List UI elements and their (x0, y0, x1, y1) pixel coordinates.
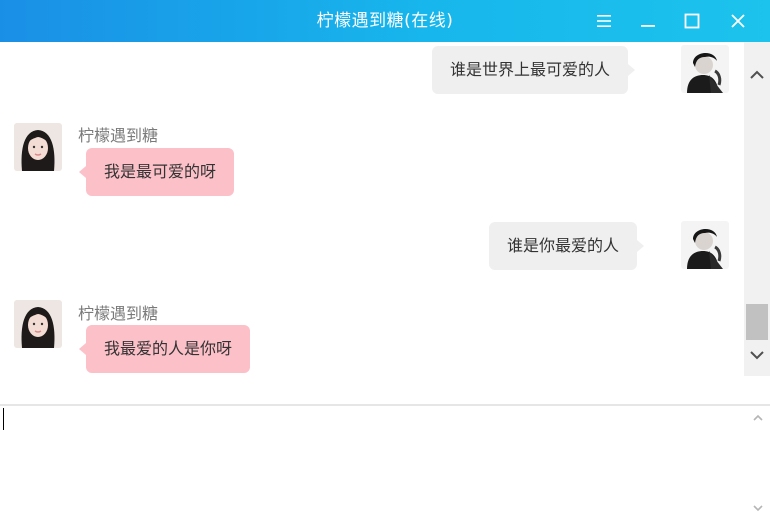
minimize-button[interactable] (628, 0, 668, 42)
chevron-down-icon (750, 351, 764, 360)
chevron-up-icon (753, 414, 763, 421)
sender-name: 柠檬遇到糖 (78, 126, 159, 145)
menu-button[interactable] (584, 0, 624, 42)
scroll-down-button[interactable] (744, 342, 770, 368)
title-bar[interactable]: 柠檬遇到糖(在线) (0, 0, 770, 42)
avatar[interactable] (681, 45, 729, 93)
menu-icon (597, 15, 611, 27)
message-list[interactable]: 谁是世界上最可爱的人 柠檬遇到糖 我是最可爱的呀 谁是你最爱的人 柠檬遇到糖 我… (0, 42, 770, 404)
message-bubble: 我是最可爱的呀 (78, 148, 235, 196)
message-input[interactable] (0, 406, 746, 526)
user-avatar-icon (681, 221, 729, 269)
minimize-icon (641, 25, 655, 27)
avatar[interactable] (681, 221, 729, 269)
scroll-up-button[interactable] (744, 62, 770, 88)
user-avatar-icon (681, 45, 729, 93)
sender-name: 柠檬遇到糖 (78, 304, 159, 323)
input-scroll-down-button[interactable] (746, 498, 770, 518)
message-bubble: 谁是你最爱的人 (489, 222, 645, 270)
close-icon (731, 14, 745, 28)
chevron-down-icon (753, 505, 763, 512)
message-bubble: 谁是世界上最可爱的人 (432, 46, 636, 94)
close-button[interactable] (718, 0, 758, 42)
contact-avatar-icon (14, 300, 62, 348)
input-scrollbar[interactable] (746, 406, 770, 526)
scrollbar-thumb[interactable] (746, 304, 768, 340)
message-scrollbar[interactable] (744, 42, 770, 376)
chevron-up-icon (750, 70, 764, 79)
avatar[interactable] (14, 123, 62, 171)
text-caret (3, 408, 4, 430)
contact-avatar-icon (14, 123, 62, 171)
message-bubble: 我最爱的人是你呀 (78, 325, 251, 373)
input-scroll-up-button[interactable] (746, 408, 770, 428)
avatar[interactable] (14, 300, 62, 348)
maximize-button[interactable] (672, 0, 712, 42)
maximize-icon (684, 13, 700, 29)
